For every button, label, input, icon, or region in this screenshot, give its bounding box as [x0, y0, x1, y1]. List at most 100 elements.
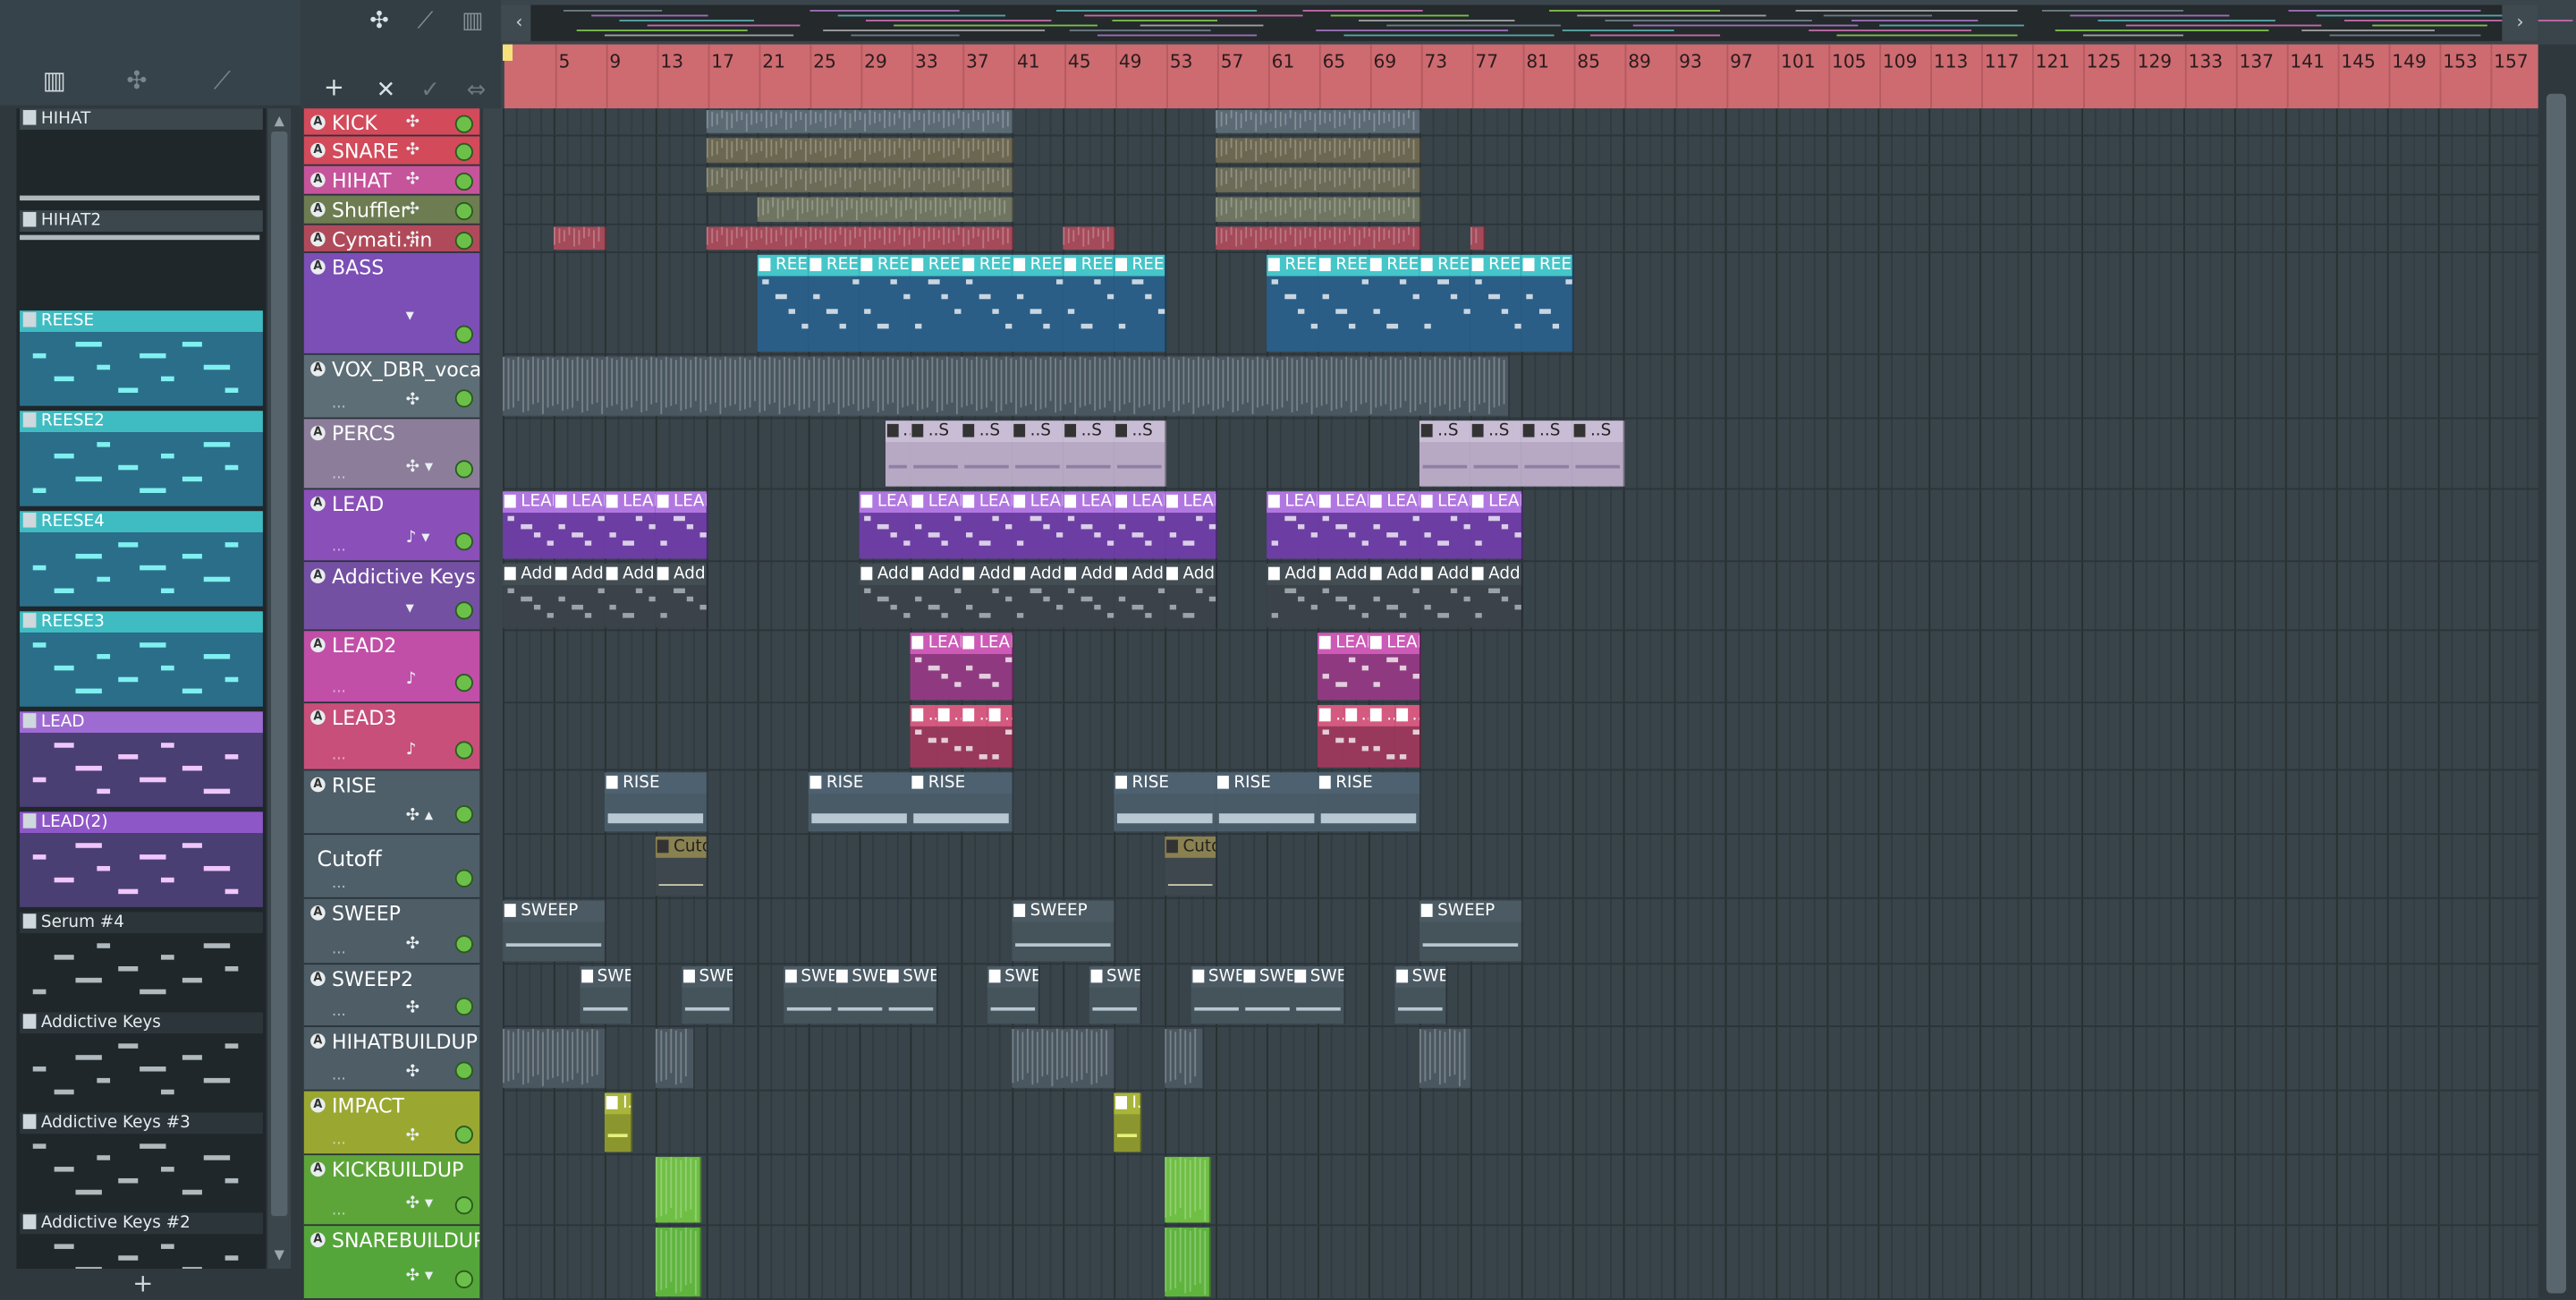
- track-enable-led[interactable]: [454, 142, 473, 162]
- track-header[interactable]: A Cymati..in ✣: [303, 225, 480, 253]
- playlist-clip[interactable]: RISE: [1114, 772, 1218, 832]
- playlist-clip[interactable]: I..T: [1114, 1092, 1141, 1152]
- playlist-clip[interactable]: ..S: [910, 421, 963, 487]
- pattern-block[interactable]: [1063, 226, 1116, 251]
- track-mute-icon[interactable]: A: [310, 231, 326, 247]
- track-header[interactable]: A HIHATBUILDUP ✣...: [303, 1026, 480, 1092]
- track-header[interactable]: A BASS ▾: [303, 252, 480, 355]
- track-header[interactable]: A LEAD3 ♪...: [303, 703, 480, 771]
- playlist-clip[interactable]: SWEEP2: [986, 966, 1039, 1024]
- track-mute-icon[interactable]: A: [310, 1232, 326, 1248]
- pattern-block[interactable]: [655, 1157, 702, 1223]
- track-header[interactable]: A SNARE ✣: [303, 136, 480, 166]
- playlist-clip[interactable]: Addi..eys: [655, 564, 708, 628]
- pattern-block[interactable]: [503, 356, 1511, 416]
- playlist-clip[interactable]: LEAD2: [910, 633, 963, 701]
- track-enable-led[interactable]: [454, 389, 473, 408]
- playlist-clip[interactable]: SWEEP2: [1190, 966, 1243, 1024]
- pattern-block[interactable]: [706, 110, 1014, 133]
- playlist-clip[interactable]: REESE3: [1368, 254, 1421, 353]
- playlist-clip[interactable]: ..S: [961, 421, 1014, 487]
- playlist-clip[interactable]: Addi..#3: [1368, 564, 1421, 628]
- playlist-clip[interactable]: LEAD: [1368, 491, 1421, 559]
- track-options-icon[interactable]: ...: [332, 539, 346, 555]
- playlist-clip[interactable]: REESE4: [1267, 254, 1319, 353]
- track-enable-led[interactable]: [454, 1270, 473, 1289]
- pattern-block[interactable]: [1216, 167, 1421, 192]
- track-header[interactable]: A LEAD2 ♪...: [303, 631, 480, 704]
- select-tool-icon[interactable]: ⇔: [467, 77, 487, 103]
- track-header[interactable]: A RISE ✣ ▴: [303, 770, 480, 836]
- track-mute-icon[interactable]: A: [310, 1033, 326, 1049]
- playlist-clip[interactable]: REESE: [1419, 254, 1472, 353]
- playlist-clip[interactable]: ..3: [1343, 704, 1370, 768]
- track-controls-icon[interactable]: ✣ ▾: [406, 1194, 433, 1212]
- playlist-clip[interactable]: ..3: [936, 704, 963, 768]
- playlist-clip[interactable]: ..S: [1114, 421, 1167, 487]
- track-mute-icon[interactable]: A: [310, 637, 326, 653]
- track-options-icon[interactable]: ...: [332, 1004, 346, 1020]
- playlist-clip[interactable]: RISE: [1216, 772, 1319, 832]
- playlist-clip[interactable]: Addi..#2: [1114, 564, 1167, 628]
- pattern-item[interactable]: LEAD: [20, 711, 263, 807]
- track-mute-icon[interactable]: A: [310, 1097, 326, 1113]
- track-mute-icon[interactable]: A: [310, 259, 326, 275]
- pattern-item[interactable]: REESE: [20, 310, 263, 406]
- playlist-clip[interactable]: REESE: [1012, 254, 1065, 353]
- track-options-icon[interactable]: ...: [332, 748, 346, 764]
- track-header[interactable]: A Addictive Keys ▾: [303, 562, 480, 632]
- playlist-clip[interactable]: ..3: [1394, 704, 1421, 768]
- pattern-item[interactable]: Addictive Keys #3: [20, 1112, 263, 1209]
- playlist-clip[interactable]: SWEEP2: [1394, 966, 1447, 1024]
- playlist-clip[interactable]: Addi..#3: [859, 564, 912, 628]
- track-enable-led[interactable]: [454, 869, 473, 888]
- track-enable-led[interactable]: [454, 1126, 473, 1144]
- track-enable-led[interactable]: [454, 997, 473, 1016]
- playlist-clip[interactable]: Addi..eys: [1165, 564, 1218, 628]
- playlist-clip[interactable]: SWEEP2: [1241, 966, 1294, 1024]
- pattern-item[interactable]: Addictive Keys: [20, 1012, 263, 1108]
- pattern-block[interactable]: [1165, 1028, 1205, 1088]
- track-controls-icon[interactable]: ✣: [406, 114, 419, 132]
- track-controls-icon[interactable]: ✣ ▴: [406, 807, 433, 825]
- track-enable-led[interactable]: [454, 115, 473, 133]
- playlist-clip[interactable]: LEAD: [503, 491, 555, 559]
- playlist-clip[interactable]: Addi..eys: [1470, 564, 1523, 628]
- playlist-clip[interactable]: RISE: [1318, 772, 1421, 832]
- playlist-clip[interactable]: LEAD: [1470, 491, 1523, 559]
- track-enable-led[interactable]: [454, 325, 473, 344]
- add-track-button[interactable]: +: [324, 72, 344, 102]
- playlist-clip[interactable]: REESE: [859, 254, 912, 353]
- pattern-item[interactable]: HIHAT: [20, 108, 263, 204]
- track-mute-icon[interactable]: A: [310, 115, 326, 131]
- track-options-icon[interactable]: ...: [332, 1202, 346, 1219]
- pattern-block[interactable]: [706, 167, 1014, 192]
- track-controls-icon[interactable]: ✣: [406, 1127, 419, 1145]
- playlist-clip[interactable]: REESE: [1521, 254, 1574, 353]
- playlist-clip[interactable]: SWEEP: [1419, 900, 1523, 962]
- playlist-clip[interactable]: REESE4: [808, 254, 861, 353]
- playlist-clip[interactable]: REESE4: [757, 254, 810, 353]
- playlist-clip[interactable]: REESE2: [910, 254, 963, 353]
- pattern-block[interactable]: [1216, 138, 1421, 163]
- mute-tool-icon[interactable]: ✓: [420, 77, 440, 103]
- pattern-block[interactable]: [706, 226, 1014, 251]
- scroll-up-icon[interactable]: ▲: [267, 112, 291, 132]
- pattern-block[interactable]: [1216, 110, 1421, 133]
- pattern-item[interactable]: Serum #4: [20, 912, 263, 1007]
- track-header[interactable]: A KICK ✣: [303, 108, 480, 137]
- playlist-clip[interactable]: LEAD(2): [1114, 491, 1167, 559]
- playlist-clip[interactable]: SWEEP2: [1088, 966, 1141, 1024]
- scrollbar-thumb[interactable]: [271, 131, 288, 1217]
- track-enable-led[interactable]: [454, 231, 473, 251]
- delete-tool-icon[interactable]: ✕: [377, 77, 396, 103]
- playlist-clip[interactable]: Addi..#3: [910, 564, 963, 628]
- playlist-clip[interactable]: LEAD: [910, 491, 963, 559]
- pattern-block[interactable]: [757, 197, 1014, 222]
- playlist-clip[interactable]: REESE3: [1470, 254, 1523, 353]
- track-options-icon[interactable]: ...: [332, 396, 346, 412]
- track-mute-icon[interactable]: A: [310, 905, 326, 921]
- track-enable-led[interactable]: [454, 805, 473, 824]
- playlist-clip[interactable]: RISE: [604, 772, 708, 832]
- track-mute-icon[interactable]: A: [310, 361, 326, 377]
